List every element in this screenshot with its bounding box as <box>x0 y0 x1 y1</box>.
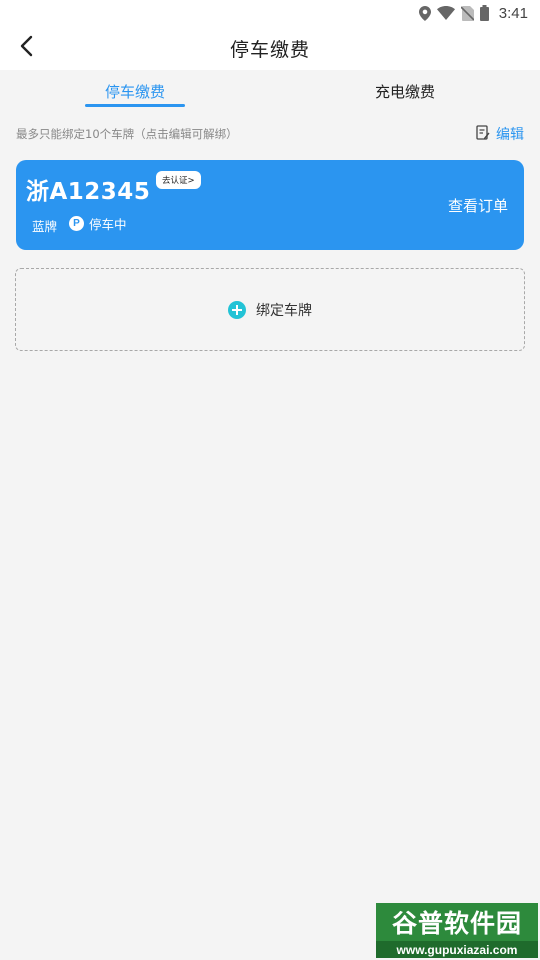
page-title: 停车缴费 <box>229 38 310 61</box>
battery-icon <box>479 5 489 21</box>
parking-icon: P <box>69 216 84 231</box>
watermark-title: 谷普软件园 <box>376 903 538 941</box>
header: 停车缴费 <box>0 26 540 70</box>
wifi-icon <box>436 6 455 20</box>
location-icon <box>418 5 431 21</box>
watermark-logo: 谷普软件园 www.gupuxiazai.com <box>376 903 538 958</box>
tab-bar: 停车缴费 充电缴费 <box>0 70 540 112</box>
active-tab-indicator <box>85 104 185 107</box>
edit-button[interactable]: 编辑 <box>476 124 524 144</box>
no-sim-icon <box>460 5 474 21</box>
hint-row: 最多只能绑定10个车牌（点击编辑可解绑） 编辑 <box>16 124 524 144</box>
status-time: 3:41 <box>498 4 528 22</box>
parking-status: P 停车中 <box>69 214 127 233</box>
plate-limit-hint: 最多只能绑定10个车牌（点击编辑可解绑） <box>16 127 238 141</box>
bind-plate-label: 绑定车牌 <box>256 302 312 319</box>
plate-card[interactable]: 浙A12345 去认证> 蓝牌 P 停车中 查看订单 <box>16 160 524 250</box>
bind-plate-button[interactable]: 绑定车牌 <box>15 268 525 351</box>
parking-status-label: 停车中 <box>89 217 127 232</box>
status-bar: 3:41 <box>0 0 540 26</box>
plate-number: 浙A12345 <box>26 179 151 205</box>
verify-badge[interactable]: 去认证> <box>156 171 201 189</box>
watermark-url: www.gupuxiazai.com <box>376 941 538 958</box>
edit-label: 编辑 <box>496 127 524 143</box>
edit-icon <box>476 124 490 144</box>
plate-type: 蓝牌 <box>32 219 58 234</box>
tab-charging-payment[interactable]: 充电缴费 <box>270 70 540 112</box>
plus-icon <box>228 300 246 319</box>
back-button[interactable] <box>12 34 40 62</box>
chevron-left-icon <box>19 35 33 61</box>
view-orders-button[interactable]: 查看订单 <box>448 195 508 216</box>
